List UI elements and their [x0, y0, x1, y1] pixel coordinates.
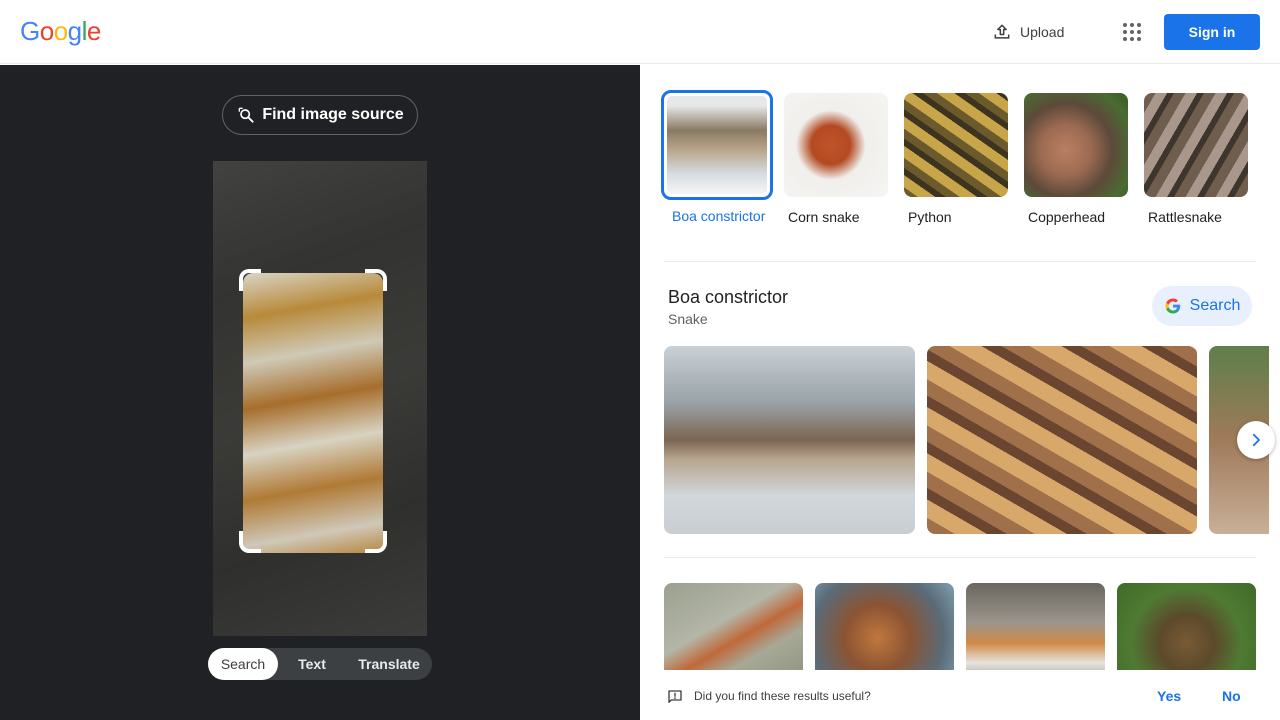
feedback-bar: Did you find these results useful? Yes N…	[640, 670, 1280, 720]
uploaded-image	[213, 161, 427, 636]
entity-search-label: Search	[1189, 297, 1241, 314]
feedback-icon	[668, 690, 682, 703]
apps-grid-icon[interactable]	[1118, 18, 1146, 46]
logo-letter: G	[20, 16, 40, 46]
sign-in-button[interactable]: Sign in	[1164, 14, 1260, 50]
crop-handle-bottom-left[interactable]	[239, 531, 261, 553]
crop-handle-top-left[interactable]	[239, 269, 261, 291]
gallery-image[interactable]	[664, 346, 915, 534]
entity-title: Boa constrictor	[668, 287, 789, 307]
chip-label: Boa constrictor	[672, 208, 766, 224]
mode-text-tab[interactable]: Text	[278, 648, 346, 680]
feedback-no-button[interactable]: No	[1222, 688, 1241, 704]
crop-handle-top-right[interactable]	[365, 269, 387, 291]
mode-switcher: Search Text Translate	[208, 648, 432, 680]
feedback-question: Did you find these results useful?	[694, 689, 871, 703]
chip-python[interactable]: Python	[904, 93, 1008, 227]
suggestion-chips: Boa constrictor Corn snake Python Copper…	[661, 90, 1248, 227]
crop-region[interactable]	[243, 273, 383, 553]
find-image-source-button[interactable]: Find image source	[222, 95, 418, 135]
upload-label: Upload	[1020, 24, 1065, 40]
chip-thumbnail	[1144, 93, 1248, 197]
chip-thumbnail	[661, 90, 773, 200]
result-image[interactable]	[966, 583, 1105, 683]
logo-letter: g	[67, 16, 82, 46]
divider	[664, 261, 1256, 262]
gallery-image[interactable]	[927, 346, 1197, 534]
upload-icon	[994, 24, 1010, 39]
lens-search-icon	[238, 107, 254, 123]
result-image[interactable]	[1117, 583, 1256, 683]
logo-letter: o	[39, 16, 54, 46]
chip-corn-snake[interactable]: Corn snake	[784, 93, 888, 227]
image-preview-panel: Find image source Search Text Translate	[0, 65, 640, 720]
result-grid	[664, 583, 1256, 683]
results-panel: Boa constrictor Corn snake Python Copper…	[640, 65, 1280, 720]
next-arrow-button[interactable]	[1237, 421, 1275, 459]
chevron-right-icon	[1252, 433, 1260, 447]
top-bar: Google Upload Sign in	[0, 0, 1280, 64]
find-image-source-label: Find image source	[262, 106, 404, 123]
chip-copperhead[interactable]: Copperhead	[1024, 93, 1128, 227]
chip-boa-constrictor[interactable]: Boa constrictor	[661, 90, 773, 227]
divider	[664, 557, 1256, 558]
chip-label: Python	[908, 209, 952, 225]
chip-thumbnail	[784, 93, 888, 197]
chip-label: Rattlesnake	[1148, 209, 1222, 225]
chip-rattlesnake[interactable]: Rattlesnake	[1144, 93, 1248, 227]
mode-translate-tab[interactable]: Translate	[346, 648, 432, 680]
mode-search-tab[interactable]: Search	[208, 648, 278, 680]
chip-thumbnail	[1024, 93, 1128, 197]
google-logo[interactable]: Google	[20, 16, 101, 47]
chip-label: Corn snake	[788, 209, 860, 225]
entity-search-button[interactable]: Search	[1152, 286, 1252, 326]
result-image[interactable]	[664, 583, 803, 683]
chip-label: Copperhead	[1028, 209, 1106, 225]
logo-letter: o	[53, 16, 68, 46]
feedback-yes-button[interactable]: Yes	[1157, 688, 1181, 704]
logo-letter: e	[86, 16, 101, 46]
result-image[interactable]	[815, 583, 954, 683]
entity-subtitle: Snake	[668, 311, 708, 327]
chip-thumbnail	[904, 93, 1008, 197]
image-gallery	[664, 346, 1269, 534]
upload-button[interactable]: Upload	[992, 20, 1064, 44]
crop-handle-bottom-right[interactable]	[365, 531, 387, 553]
google-g-icon	[1165, 298, 1180, 314]
